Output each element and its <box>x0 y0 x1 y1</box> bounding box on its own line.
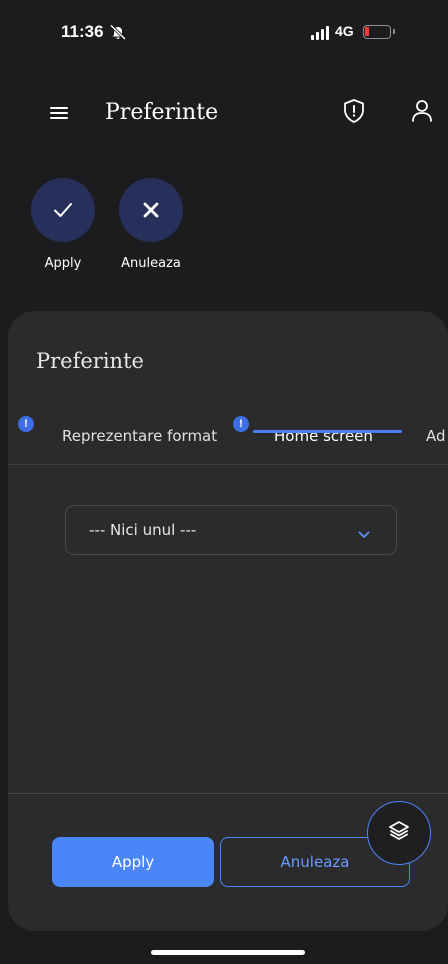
tab-bar: l ! Reprezentare format ! Home screen Ad <box>8 401 448 465</box>
tab-alert-badge: ! <box>18 416 34 432</box>
quick-cancel-button[interactable]: Anuleaza <box>119 178 183 271</box>
close-icon <box>119 178 183 242</box>
sheet-title: Preferinte <box>36 349 144 373</box>
menu-icon[interactable] <box>50 104 72 120</box>
home-indicator[interactable] <box>151 950 305 955</box>
network-type: 4G <box>335 23 354 39</box>
active-tab-indicator <box>253 430 402 433</box>
preferences-sheet: Preferinte l ! Reprezentare format ! Hom… <box>8 311 448 931</box>
bell-muted-icon <box>109 24 127 44</box>
shield-alert-icon[interactable] <box>342 98 366 128</box>
footer-divider <box>8 793 448 794</box>
quick-apply-button[interactable]: Apply <box>31 178 95 271</box>
tab-reprezentare-format[interactable]: Reprezentare format <box>62 427 217 445</box>
battery-icon <box>363 25 395 39</box>
layers-icon <box>387 819 411 847</box>
layers-button[interactable] <box>367 801 431 865</box>
phone-screen: 11:36 4G Preferinte Apply Anuleaza Prefe… <box>8 0 448 964</box>
tab-partial-right[interactable]: Ad <box>426 427 446 445</box>
check-icon <box>31 178 95 242</box>
status-bar: 11:36 4G <box>8 0 448 66</box>
quick-cancel-label: Anuleaza <box>121 256 181 271</box>
user-icon[interactable] <box>410 98 434 128</box>
page-title: Preferinte <box>105 100 219 125</box>
app-bar: Preferinte <box>8 80 448 150</box>
apply-button[interactable]: Apply <box>52 837 214 887</box>
select-value: --- Nici unul --- <box>89 521 197 539</box>
home-screen-select[interactable]: --- Nici unul --- <box>65 505 397 555</box>
status-time: 11:36 <box>61 22 104 41</box>
cellular-signal-icon <box>311 26 329 40</box>
quick-apply-label: Apply <box>44 256 82 271</box>
chevron-down-icon <box>358 524 370 543</box>
tab-alert-badge: ! <box>233 416 249 432</box>
